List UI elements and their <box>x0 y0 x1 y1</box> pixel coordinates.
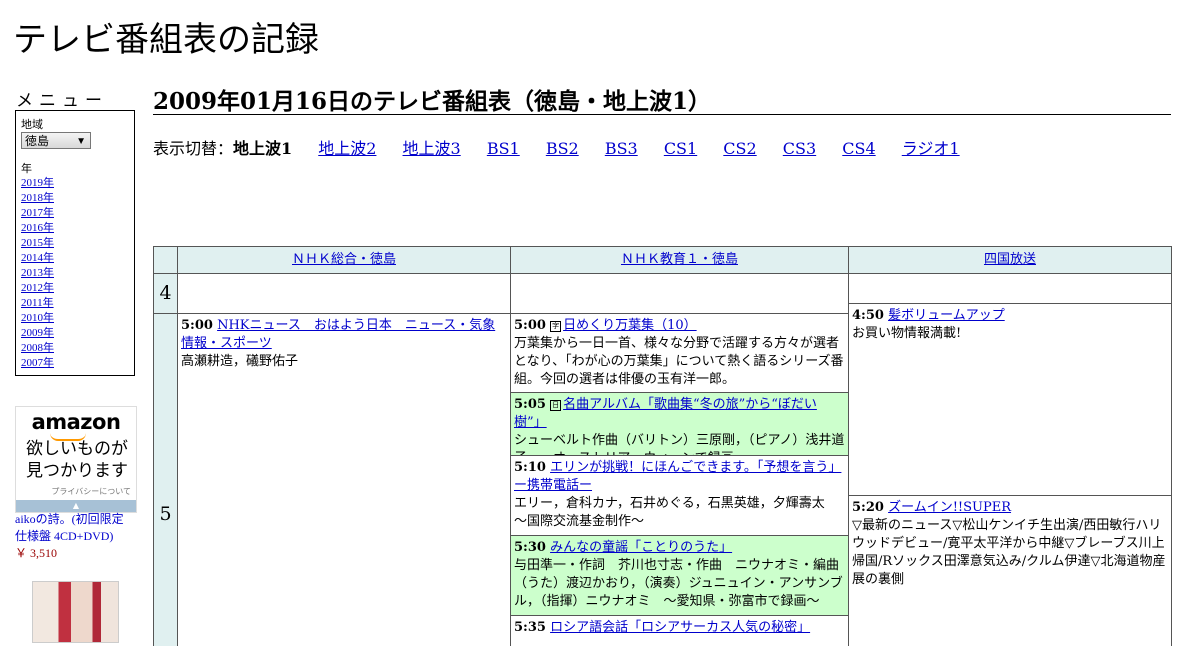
year-link-2018[interactable]: 2018年 <box>21 192 54 204</box>
program-time: 5:00 <box>514 318 546 333</box>
switcher-link-cs4[interactable]: CS4 <box>842 139 875 158</box>
broadcast-switcher: 表示切替：地上波1 地上波2 地上波3 BS1 BS2 BS3 CS1 CS2 … <box>153 135 981 159</box>
year-link-2011[interactable]: 2011年 <box>21 297 54 309</box>
channel-link-nhk-general[interactable]: ＮＨＫ総合・徳島 <box>292 252 396 267</box>
amazon-logo: amazon <box>31 410 121 434</box>
program-cell: 5:05 日名曲アルバム「歌曲集“冬の旅”から“ぼだい樹”」 シューベルト作曲（… <box>511 393 848 455</box>
region-select[interactable]: 徳島 ▼ <box>21 132 91 149</box>
chevron-down-icon: ▼ <box>76 136 86 147</box>
program-cell: 5:00 字日めくり万葉集（10） 万葉集から一日一首、様々な分野で活躍する方々… <box>511 314 848 392</box>
ad-privacy-link[interactable]: プライバシーについて <box>51 486 131 497</box>
year-link-2016[interactable]: 2016年 <box>21 222 54 234</box>
program-title-link[interactable]: 髪ボリュームアップ <box>888 308 1005 323</box>
year-link-2019[interactable]: 2019年 <box>21 177 54 189</box>
program-time: 5:30 <box>514 540 546 555</box>
product-price: ￥ 3,510 <box>15 546 58 560</box>
program-cell: 5:30 みんなの童謡「ことりのうた」 与田準一・作詞 芥川也寸志・作曲 ニウナ… <box>511 536 848 615</box>
program-time: 5:20 <box>852 500 884 515</box>
switcher-link-cs2[interactable]: CS2 <box>723 139 756 158</box>
ad-text: 欲しいものが 見つかります <box>26 438 128 482</box>
program-title-link[interactable]: ロシア語会話「ロシアサーカス人気の秘密」 <box>550 620 810 635</box>
year-link-2008[interactable]: 2008年 <box>21 342 54 354</box>
program-desc: ▽最新のニュース▽松山ケンイチ生出演/西田敏行ハリウッドデビュー/寛平太平洋から… <box>852 518 1166 587</box>
program-time: 5:05 <box>514 397 546 412</box>
program-time: 4:50 <box>852 308 884 323</box>
switcher-link-terrestrial2[interactable]: 地上波2 <box>318 139 376 158</box>
program-time: 5:10 <box>514 460 546 475</box>
menu-panel: 地域 徳島 ▼ 年 2019年 2018年 2017年 2016年 2015年 … <box>15 110 135 376</box>
program-title-link[interactable]: エリンが挑戦！にほんごできます。「予想を言う」ー携帯電話ー <box>514 460 841 493</box>
region-select-value: 徳島 <box>25 134 50 148</box>
ad-text-line: 見つかります <box>26 461 128 481</box>
empty-slot <box>849 274 1171 303</box>
year-link-2015[interactable]: 2015年 <box>21 237 54 249</box>
program-desc: お買い物情報満載! <box>852 326 962 341</box>
site-title: テレビ番組表の記録 <box>13 20 319 60</box>
channel-header: ＮＨＫ教育１・徳島 <box>511 247 848 273</box>
program-cell: 5:00 NHKニュース おはよう日本 ニュース・気象情報・スポーツ 高瀬耕造，… <box>178 314 510 646</box>
program-desc: 万葉集から一日一首、様々な分野で活躍する方々が選者となり、「わが心の万葉集」につ… <box>514 336 844 387</box>
empty-slot <box>511 274 848 313</box>
switcher-label: 表示切替： <box>153 139 234 158</box>
switcher-current: 地上波1 <box>233 139 293 158</box>
menu-title: メニュー <box>16 91 108 111</box>
channel-link-nhk-edu[interactable]: ＮＨＫ教育１・徳島 <box>621 252 738 267</box>
empty-slot <box>178 274 510 313</box>
program-title-link[interactable]: ズームイン!!SUPER <box>888 500 1011 515</box>
program-genre-icon: 日 <box>550 400 562 411</box>
region-label: 地域 <box>21 119 43 131</box>
switcher-link-terrestrial3[interactable]: 地上波3 <box>403 139 461 158</box>
ad-text-line: 欲しいものが <box>26 439 128 459</box>
hour-label: 5 <box>154 314 177 646</box>
page-title: 2009年01月16日のテレビ番組表（徳島・地上波1） <box>153 82 1171 115</box>
program-time: 5:35 <box>514 620 546 635</box>
program-cell: 5:35 ロシア語会話「ロシアサーカス人気の秘密」 <box>511 616 848 646</box>
year-link-2010[interactable]: 2010年 <box>21 312 54 324</box>
year-link-2012[interactable]: 2012年 <box>21 282 54 294</box>
switcher-link-radio1[interactable]: ラジオ1 <box>902 139 960 158</box>
program-title-link[interactable]: 日めくり万葉集（10） <box>563 318 697 333</box>
year-link-2014[interactable]: 2014年 <box>21 252 54 264</box>
program-desc: シューベルト作曲（バリトン）三原剛，（ピアノ）浅井道子 ～オーストリア・ウィーン… <box>514 433 845 455</box>
grid-corner <box>154 247 177 273</box>
switcher-link-cs3[interactable]: CS3 <box>783 139 816 158</box>
product-link[interactable]: aikoの詩。(初回限定仕様盤 4CD+DVD) ￥ 3,510 <box>15 511 135 562</box>
year-link-2013[interactable]: 2013年 <box>21 267 54 279</box>
year-list: 2019年 2018年 2017年 2016年 2015年 2014年 2013… <box>21 176 54 371</box>
program-grid: ＮＨＫ総合・徳島 ＮＨＫ教育１・徳島 四国放送 4 5 5:00 NHKニュース… <box>153 246 1172 646</box>
program-cell: 5:20 ズームイン!!SUPER ▽最新のニュース▽松山ケンイチ生出演/西田敏… <box>849 496 1171 646</box>
program-title-link[interactable]: みんなの童謡「ことりのうた」 <box>550 540 732 555</box>
program-desc: 与田準一・作詞 芥川也寸志・作曲 ニウナオミ・編曲（うた）渡辺かおり，（演奏）ジ… <box>514 558 843 609</box>
year-link-2017[interactable]: 2017年 <box>21 207 54 219</box>
amazon-ad-banner[interactable]: amazon 欲しいものが 見つかります プライバシーについて ▲ <box>15 406 137 513</box>
switcher-link-bs1[interactable]: BS1 <box>487 139 520 158</box>
hour-label: 4 <box>154 274 177 313</box>
program-desc: エリー，倉科カナ，石井めぐる，石黒英雄，夕輝壽太 ～国際交流基金制作～ <box>514 496 838 529</box>
year-link-2009[interactable]: 2009年 <box>21 327 54 339</box>
subtitle-icon: 字 <box>550 321 562 332</box>
year-label: 年 <box>21 163 32 175</box>
year-link-2007[interactable]: 2007年 <box>21 357 54 369</box>
channel-link-shikoku[interactable]: 四国放送 <box>984 252 1036 267</box>
switcher-link-cs1[interactable]: CS1 <box>664 139 697 158</box>
product-image[interactable] <box>32 581 119 643</box>
channel-header: ＮＨＫ総合・徳島 <box>178 247 510 273</box>
switcher-link-bs3[interactable]: BS3 <box>605 139 638 158</box>
program-desc: 高瀬耕造，礒野佑子 <box>181 354 299 369</box>
switcher-link-bs2[interactable]: BS2 <box>546 139 579 158</box>
program-title-link[interactable]: NHKニュース おはよう日本 ニュース・気象情報・スポーツ <box>181 318 495 351</box>
program-time: 5:00 <box>181 318 213 333</box>
program-cell: 5:10 エリンが挑戦！にほんごできます。「予想を言う」ー携帯電話ー エリー，倉… <box>511 456 848 535</box>
channel-header: 四国放送 <box>849 247 1171 273</box>
program-cell: 4:50 髪ボリュームアップ お買い物情報満載! <box>849 304 1171 495</box>
product-title[interactable]: aikoの詩。(初回限定仕様盤 4CD+DVD) <box>15 511 135 545</box>
